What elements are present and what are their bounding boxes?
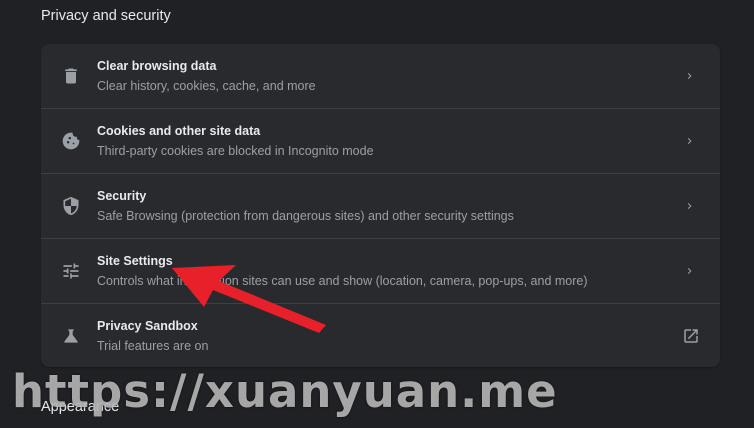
row-title: Security [97, 189, 147, 203]
row-subtitle: Trial features are on [97, 339, 209, 353]
row-title: Clear browsing data [97, 59, 217, 73]
appearance-section-title: Appearance [41, 399, 120, 415]
chevron-right-icon [684, 200, 696, 212]
row-subtitle: Clear history, cookies, cache, and more [97, 79, 316, 93]
cookie-icon [61, 131, 81, 151]
row-subtitle: Third-party cookies are blocked in Incog… [97, 144, 374, 158]
tune-sliders-icon [61, 261, 81, 281]
shield-icon [61, 196, 81, 216]
row-subtitle: Safe Browsing (protection from dangerous… [97, 209, 514, 223]
clear-browsing-data-row[interactable]: Clear browsing data Clear history, cooki… [41, 44, 720, 108]
row-title: Privacy Sandbox [97, 319, 198, 333]
flask-icon [61, 326, 81, 346]
chevron-right-icon [684, 135, 696, 147]
row-title: Site Settings [97, 254, 173, 268]
section-title: Privacy and security [41, 8, 171, 24]
open-external-icon[interactable] [682, 327, 700, 345]
privacy-security-card: Clear browsing data Clear history, cooki… [41, 44, 720, 367]
row-title: Cookies and other site data [97, 124, 261, 138]
chevron-right-icon [684, 265, 696, 277]
trash-icon [61, 66, 81, 86]
site-settings-row[interactable]: Site Settings Controls what information … [41, 238, 720, 303]
cookies-site-data-row[interactable]: Cookies and other site data Third-party … [41, 108, 720, 173]
row-subtitle: Controls what information sites can use … [97, 274, 588, 288]
chevron-right-icon [684, 70, 696, 82]
security-row[interactable]: Security Safe Browsing (protection from … [41, 173, 720, 238]
privacy-sandbox-row[interactable]: Privacy Sandbox Trial features are on [41, 303, 720, 367]
